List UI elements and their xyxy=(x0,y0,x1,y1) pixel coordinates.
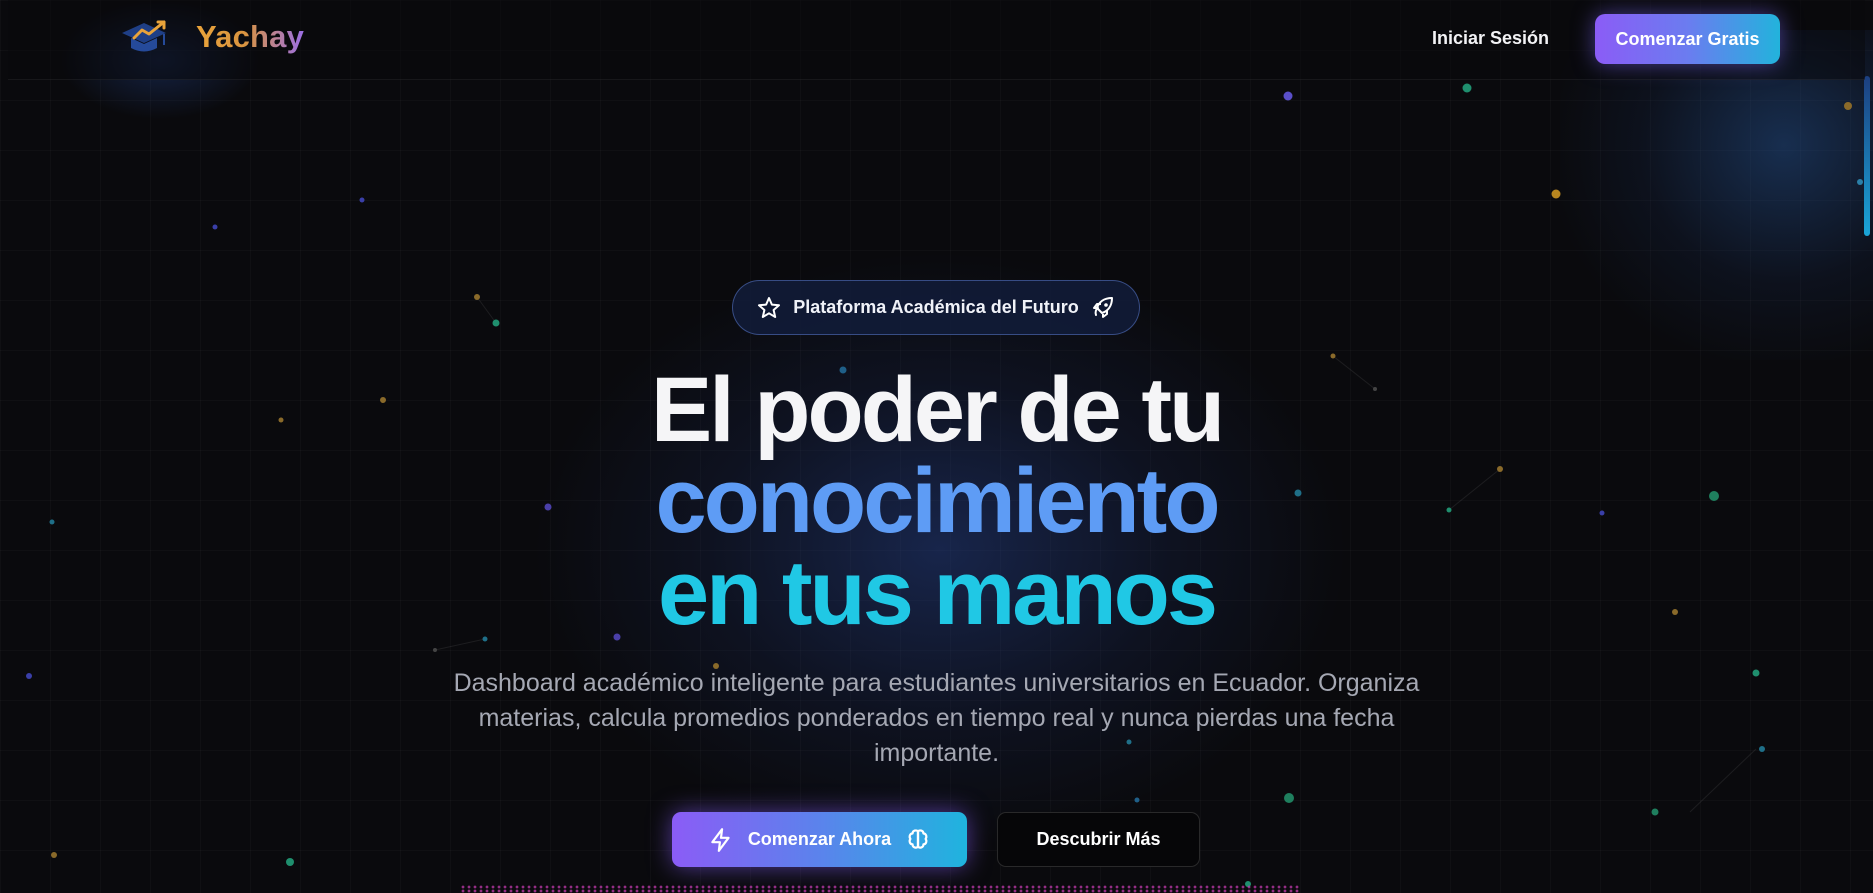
rocket-icon xyxy=(1092,296,1113,318)
scrollbar-thumb[interactable] xyxy=(1864,76,1870,236)
start-free-button[interactable]: Comenzar Gratis xyxy=(1595,14,1780,64)
discover-more-button[interactable]: Descubrir Más xyxy=(997,812,1200,867)
brand-logo[interactable]: Yachay xyxy=(120,18,304,56)
platform-badge: Plataforma Académica del Futuro xyxy=(732,280,1140,335)
start-now-button[interactable]: Comenzar Ahora xyxy=(672,812,967,867)
star-icon xyxy=(758,296,781,318)
brand-name: Yachay xyxy=(196,19,305,54)
hero-title-line-1: El poder de tu xyxy=(650,359,1225,461)
lightning-icon xyxy=(711,827,730,852)
top-navbar: Yachay Iniciar Sesión Comenzar Gratis xyxy=(8,0,1865,80)
hero-description: Dashboard académico inteligente para est… xyxy=(453,669,1420,767)
hero-title-line-2: conocimiento xyxy=(655,450,1220,552)
hero-title-line-3: en tus manos xyxy=(657,542,1218,644)
login-link[interactable]: Iniciar Sesión xyxy=(1432,28,1549,49)
brain-icon xyxy=(908,828,928,849)
start-now-label: Comenzar Ahora xyxy=(747,829,892,849)
graduation-cap-trend-icon xyxy=(122,20,166,52)
badge-label: Plataforma Académica del Futuro xyxy=(793,297,1079,317)
wave-decoration xyxy=(460,885,1300,893)
